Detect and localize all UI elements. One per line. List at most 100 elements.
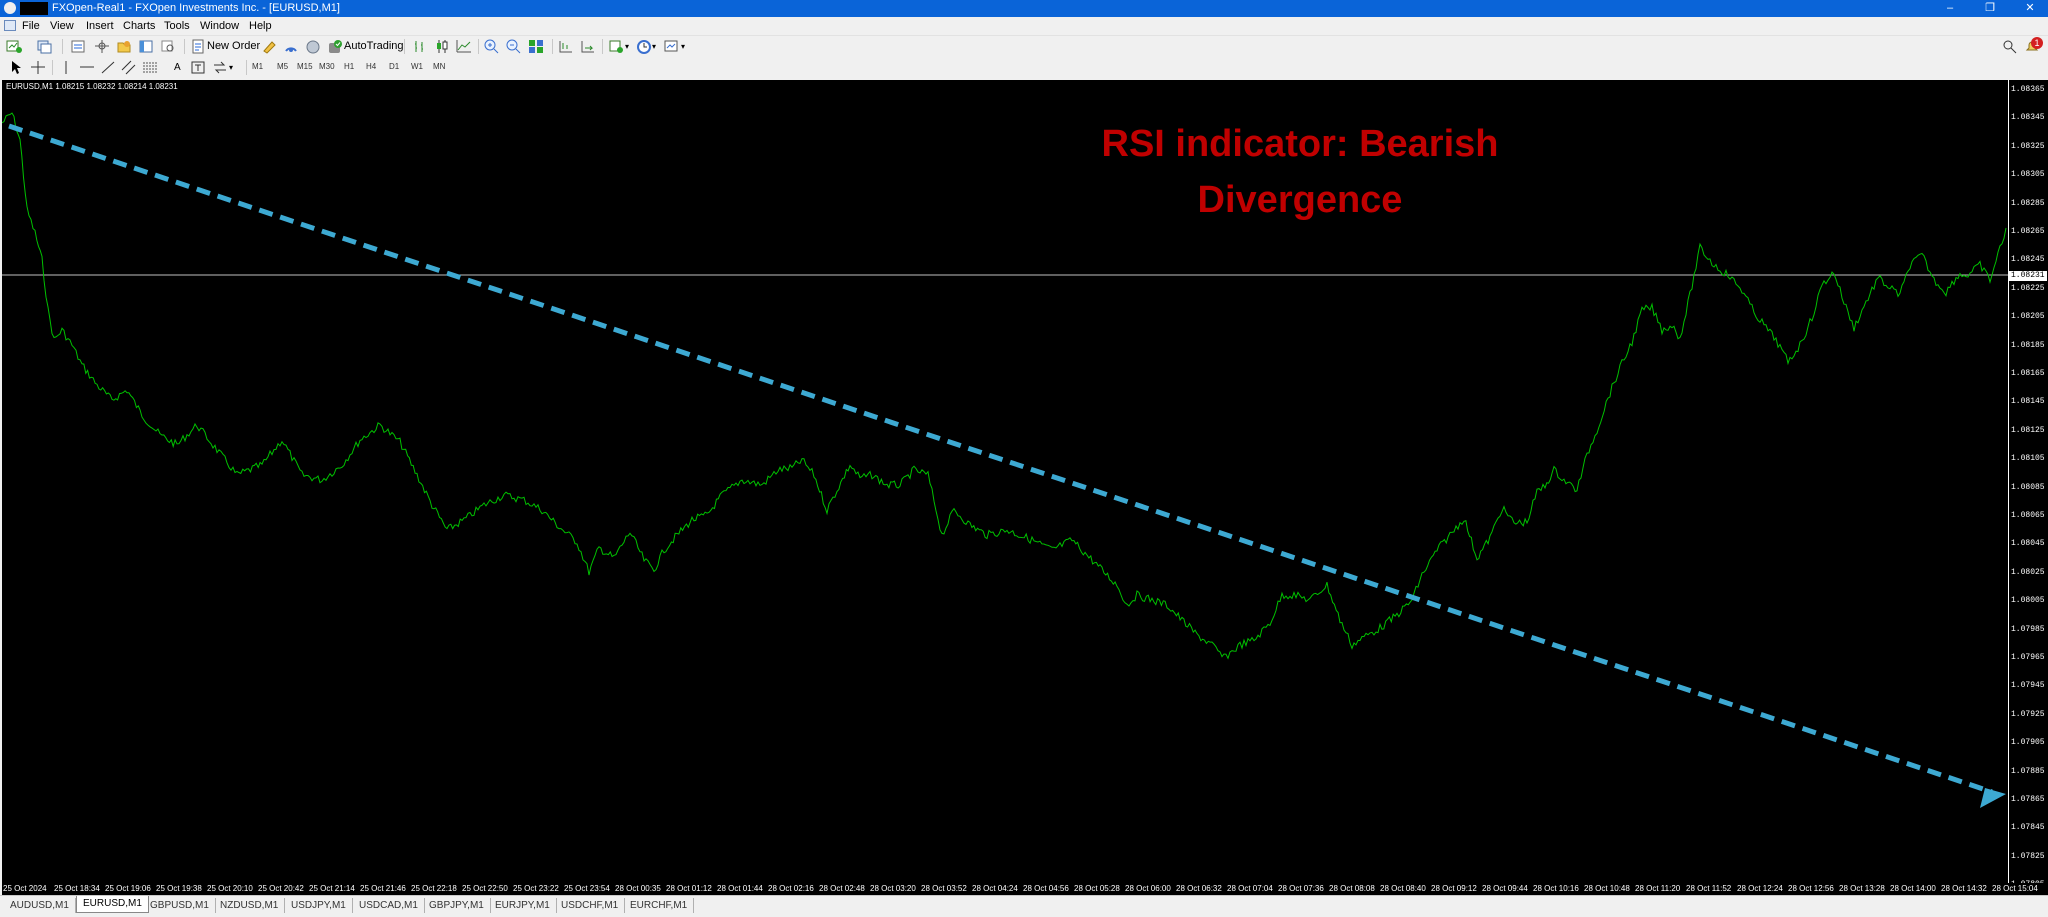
menu-charts[interactable]: Charts <box>123 20 155 33</box>
timeframe-m30[interactable]: M30 <box>319 60 335 74</box>
navigator-icon[interactable] <box>116 39 132 54</box>
notification-badge: 1 <box>2031 37 2043 49</box>
tab-usdcad[interactable]: USDCAD,M1 <box>353 898 425 913</box>
strategy-tester-icon[interactable] <box>160 39 176 54</box>
autotrading-icon[interactable] <box>327 39 343 54</box>
new-order-icon[interactable] <box>190 39 206 54</box>
menu-help[interactable]: Help <box>249 20 272 33</box>
tab-audusd[interactable]: AUDUSD,M1 <box>4 898 76 913</box>
price-tick-label: 1.08225 <box>2011 283 2045 293</box>
tab-nzdusd[interactable]: NZDUSD,M1 <box>214 898 286 913</box>
price-tick-label: 1.08185 <box>2011 340 2045 350</box>
zoom-in-icon[interactable] <box>484 39 500 54</box>
price-axis[interactable]: 1.08365 1.08345 1.08325 1.08305 1.08285 1.082… <box>2008 80 2048 889</box>
tab-usdchf[interactable]: USDCHF,M1 <box>555 898 626 913</box>
signals-icon[interactable] <box>283 39 299 54</box>
cursor-icon[interactable] <box>8 60 24 75</box>
menu-insert[interactable]: Insert <box>86 20 114 33</box>
tile-windows-icon[interactable] <box>528 39 544 54</box>
price-tick-label: 1.08305 <box>2011 170 2045 180</box>
time-tick-label: 28 Oct 06:00 <box>1125 884 1171 893</box>
price-tick-label: 1.08345 <box>2011 113 2045 123</box>
search-icon[interactable] <box>2002 39 2018 54</box>
dropdown-arrow-icon[interactable]: ▾ <box>625 39 629 54</box>
time-tick-label: 25 Oct 23:54 <box>564 884 610 893</box>
bar-chart-icon[interactable] <box>412 39 428 54</box>
metaeditor-icon[interactable] <box>262 39 278 54</box>
zoom-out-icon[interactable] <box>506 39 522 54</box>
minimize-button[interactable]: – <box>1932 0 1968 17</box>
timeframe-w1[interactable]: W1 <box>411 60 423 74</box>
dropdown-arrow-icon[interactable]: ▾ <box>652 39 656 54</box>
time-tick-label: 28 Oct 12:56 <box>1788 884 1834 893</box>
chart-shift-icon[interactable] <box>558 39 574 54</box>
timeframe-m15[interactable]: M15 <box>297 60 313 74</box>
indicators-icon[interactable] <box>608 39 624 54</box>
profiles-icon[interactable] <box>36 39 52 54</box>
time-tick-label: 28 Oct 11:52 <box>1686 884 1732 893</box>
timeframe-h1[interactable]: H1 <box>344 60 354 74</box>
timeframe-d1[interactable]: D1 <box>389 60 399 74</box>
time-tick-label: 28 Oct 02:16 <box>768 884 814 893</box>
text-tool-icon[interactable]: A <box>174 60 181 75</box>
time-tick-label: 28 Oct 14:32 <box>1941 884 1987 893</box>
horizontal-line-icon[interactable] <box>79 60 95 75</box>
restore-button[interactable]: ❐ <box>1972 0 2008 17</box>
timeframe-mn[interactable]: MN <box>433 60 445 74</box>
new-order-button[interactable]: New Order <box>207 39 260 54</box>
redacted-area <box>20 2 48 15</box>
dropdown-arrow-icon[interactable]: ▾ <box>681 39 685 54</box>
time-tick-label: 28 Oct 14:00 <box>1890 884 1936 893</box>
candlesticks-icon[interactable] <box>434 39 450 54</box>
timeframe-m5[interactable]: M5 <box>277 60 288 74</box>
text-label-icon[interactable] <box>190 60 206 75</box>
tab-gbpusd[interactable]: GBPUSD,M1 <box>144 898 216 913</box>
dropdown-arrow-icon[interactable]: ▾ <box>229 60 233 75</box>
time-tick-label: 28 Oct 10:48 <box>1584 884 1630 893</box>
time-tick-label: 28 Oct 00:35 <box>615 884 661 893</box>
crosshair-icon[interactable] <box>30 60 46 75</box>
templates-icon[interactable] <box>664 39 680 54</box>
close-button[interactable]: ✕ <box>2012 0 2048 17</box>
price-tick-label: 1.08025 <box>2011 567 2045 577</box>
tab-eurchf[interactable]: EURCHF,M1 <box>624 898 695 913</box>
periods-icon[interactable] <box>636 39 652 54</box>
timeframe-m1[interactable]: M1 <box>252 60 263 74</box>
new-chart-icon[interactable] <box>6 39 22 54</box>
toolbar-separator <box>246 60 247 75</box>
autoscroll-icon[interactable] <box>580 39 596 54</box>
time-tick-label: 28 Oct 04:24 <box>972 884 1018 893</box>
price-tick-label: 1.07825 <box>2011 851 2045 861</box>
price-tick-label: 1.08265 <box>2011 227 2045 236</box>
fibonacci-icon[interactable] <box>142 60 158 75</box>
market-icon[interactable] <box>305 39 321 54</box>
line-chart-icon[interactable] <box>456 39 472 54</box>
time-tick-label: 28 Oct 01:12 <box>666 884 712 893</box>
data-window-icon[interactable] <box>94 39 110 54</box>
vertical-line-icon[interactable] <box>58 60 74 75</box>
tab-usdjpy[interactable]: USDJPY,M1 <box>285 898 353 913</box>
price-tick-label: 1.08365 <box>2011 85 2045 94</box>
app-icon[interactable] <box>4 2 16 14</box>
menu-tools[interactable]: Tools <box>164 20 190 33</box>
timeframe-h4[interactable]: H4 <box>366 60 376 74</box>
autotrading-button[interactable]: AutoTrading <box>344 39 404 54</box>
tab-gbpjpy[interactable]: GBPJPY,M1 <box>423 898 491 913</box>
price-tick-label: 1.08165 <box>2011 369 2045 378</box>
chart-annotation: RSI indicator: Bearish Divergence <box>800 116 1800 228</box>
menu-view[interactable]: View <box>50 20 74 33</box>
time-tick-label: 25 Oct 23:22 <box>513 884 559 893</box>
chart-window-icon[interactable] <box>4 20 16 31</box>
market-watch-icon[interactable] <box>70 39 86 54</box>
terminal-icon[interactable] <box>138 39 154 54</box>
menu-file[interactable]: File <box>22 20 40 33</box>
equidistant-channel-icon[interactable] <box>121 60 137 75</box>
tab-eurusd[interactable]: EURUSD,M1 <box>76 896 149 913</box>
time-axis[interactable]: 25 Oct 2024 25 Oct 18:34 25 Oct 19:06 25 Oc… <box>2 883 2048 895</box>
time-tick-label: 28 Oct 08:08 <box>1329 884 1375 893</box>
toolbar-separator <box>52 60 53 75</box>
tab-eurjpy[interactable]: EURJPY,M1 <box>489 898 557 913</box>
trendline-icon[interactable] <box>100 60 116 75</box>
menu-window[interactable]: Window <box>200 20 239 33</box>
arrows-icon[interactable] <box>212 60 228 75</box>
